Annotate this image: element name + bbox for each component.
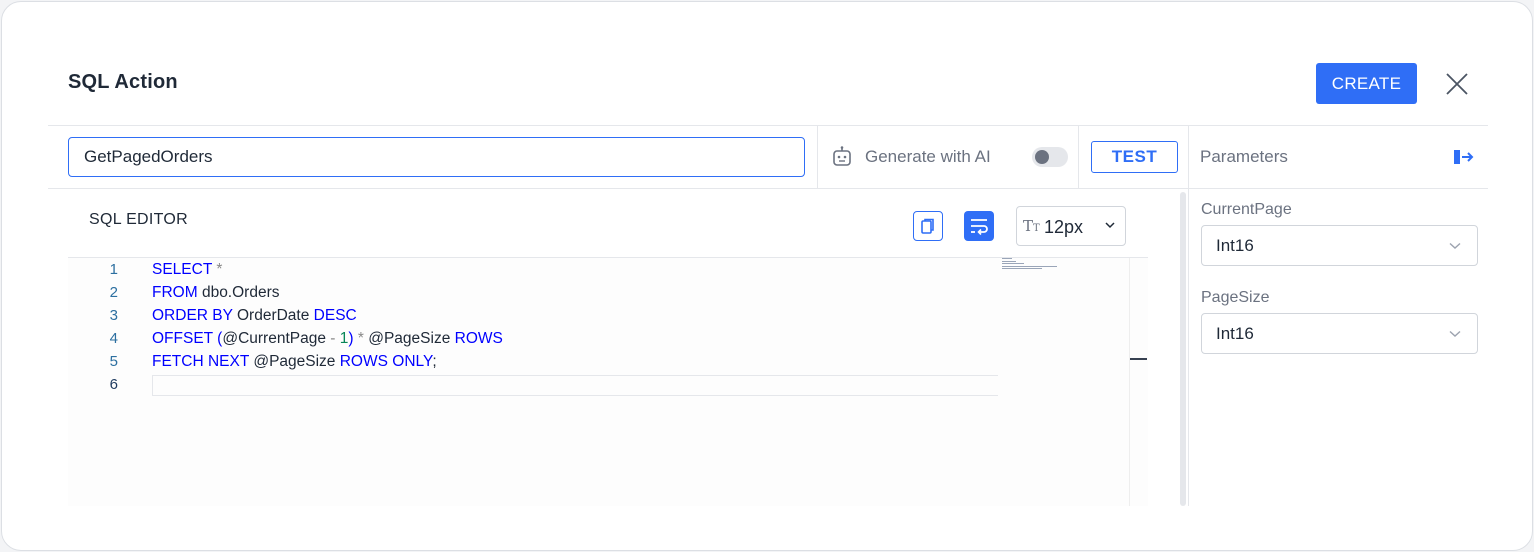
- param-type-select[interactable]: Int16: [1201, 313, 1478, 354]
- line-number: 2: [109, 284, 118, 301]
- code-line[interactable]: 4 OFFSET (@CurrentPage - 1) * @PageSize R…: [68, 327, 1008, 350]
- sql-keyword: SELECT: [152, 261, 213, 278]
- copy-icon[interactable]: [913, 211, 943, 241]
- code-text: OFFSET (@CurrentPage - 1) * @PageSize RO…: [152, 327, 503, 350]
- generate-with-ai-toggle[interactable]: [1032, 147, 1068, 167]
- chevron-down-icon: [1449, 330, 1461, 337]
- sql-text: @CurrentPage: [222, 330, 331, 347]
- line-number: 3: [109, 307, 118, 324]
- editor-overview-ruler: [1129, 258, 1130, 506]
- font-size-value: 12px: [1044, 217, 1084, 237]
- sql-text: OrderDate: [232, 307, 314, 324]
- parameters-panel-divider: [1188, 126, 1189, 506]
- param-name-label: CurrentPage: [1201, 201, 1292, 218]
- create-button[interactable]: CREATE: [1316, 63, 1417, 104]
- code-line[interactable]: 2 FROM dbo.Orders: [68, 281, 1008, 304]
- sql-keyword: ROWS ONLY: [339, 353, 433, 370]
- code-text: SELECT *: [152, 258, 222, 281]
- sql-operator: *: [216, 261, 223, 278]
- sql-action-dialog: SQL Action CREATE Generate with AI TEST …: [1, 1, 1533, 551]
- toolbar-separator: [817, 126, 818, 188]
- parameters-title: Parameters: [1200, 147, 1288, 166]
- param-type-select[interactable]: Int16: [1201, 225, 1478, 266]
- code-line[interactable]: 1 SELECT *: [68, 258, 1008, 281]
- text-size-icon: TT: [1023, 217, 1040, 235]
- collapse-panel-icon[interactable]: [1452, 147, 1474, 167]
- code-text: FROM dbo.Orders: [152, 281, 280, 304]
- sql-text: @PageSize: [363, 330, 455, 347]
- toolbar-separator: [1078, 126, 1079, 188]
- action-name-input[interactable]: [68, 137, 805, 177]
- line-number: 1: [109, 261, 118, 278]
- editor-scrollbar[interactable]: [1180, 192, 1186, 506]
- code-line[interactable]: 3 ORDER BY OrderDate DESC: [68, 304, 1008, 327]
- sql-text: ;: [432, 353, 437, 370]
- font-size-select[interactable]: TT 12px: [1016, 206, 1126, 246]
- code-line[interactable]: 5 FETCH NEXT @PageSize ROWS ONLY;: [68, 350, 1008, 373]
- code-text: ORDER BY OrderDate DESC: [152, 304, 357, 327]
- line-number: 4: [109, 330, 118, 347]
- code-editor[interactable]: 1 SELECT * 2 FROM dbo.Orders 3 ORDER BY Order…: [68, 258, 1148, 506]
- line-number: 6: [109, 376, 118, 393]
- sql-keyword: ORDER BY: [152, 307, 233, 324]
- chevron-down-icon: [1105, 222, 1115, 229]
- param-name-label: PageSize: [1201, 289, 1270, 306]
- sql-keyword: DESC: [313, 307, 357, 324]
- header-divider: [48, 125, 1488, 126]
- generate-with-ai-label: Generate with AI: [865, 147, 991, 166]
- dialog-title: SQL Action: [68, 71, 178, 93]
- sql-text: @PageSize: [249, 353, 340, 370]
- scroll-position-marker: [1130, 358, 1147, 360]
- toggle-knob: [1035, 150, 1049, 164]
- sql-keyword: OFFSET: [152, 330, 213, 347]
- toolbar-divider: [48, 188, 1488, 189]
- sql-text: dbo.Orders: [197, 284, 280, 301]
- chevron-down-icon: [1449, 242, 1461, 249]
- code-minimap[interactable]: [1002, 258, 1062, 274]
- code-line[interactable]: 6: [68, 373, 1008, 396]
- param-type-value: Int16: [1216, 324, 1254, 343]
- sql-keyword: FROM: [152, 284, 198, 301]
- word-wrap-icon[interactable]: [964, 211, 994, 241]
- sql-editor-title: SQL EDITOR: [89, 211, 189, 228]
- line-number: 5: [109, 353, 118, 370]
- robot-icon: [833, 146, 851, 166]
- sql-keyword: FETCH NEXT: [152, 353, 250, 370]
- sql-keyword: ROWS: [454, 330, 503, 347]
- code-text: FETCH NEXT @PageSize ROWS ONLY;: [152, 350, 437, 373]
- close-icon[interactable]: [1442, 69, 1472, 99]
- param-type-value: Int16: [1216, 236, 1254, 255]
- test-button[interactable]: TEST: [1091, 141, 1178, 173]
